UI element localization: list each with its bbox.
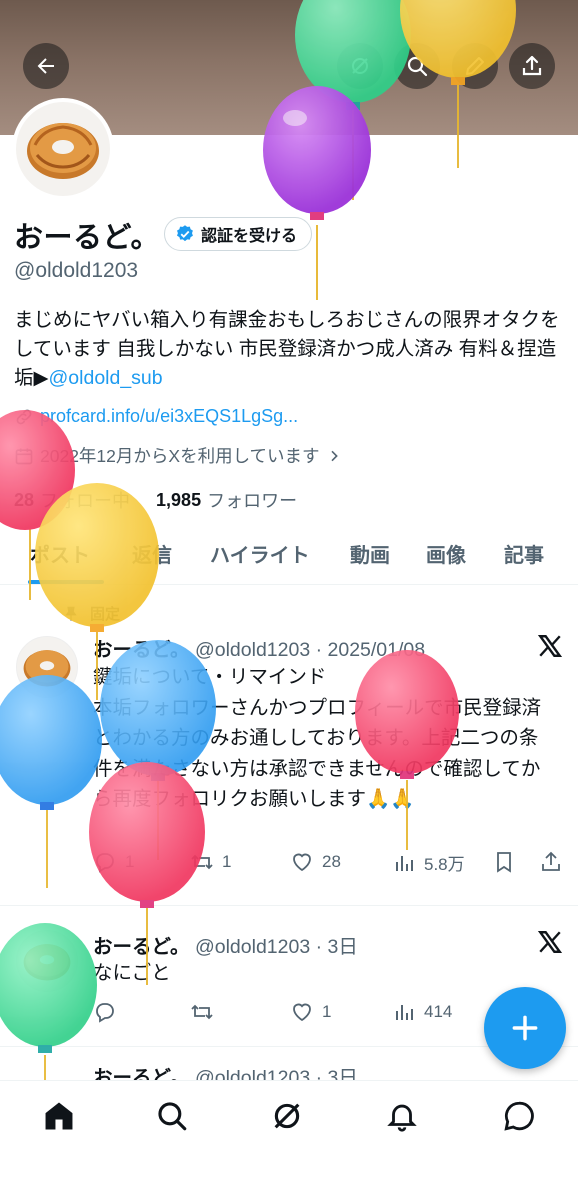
pin-icon — [65, 606, 77, 621]
like-button[interactable]: 28 — [290, 850, 341, 874]
tweet-avatar[interactable] — [16, 636, 78, 698]
tweet-header: おーるど。 @oldold1203 · 2025/01/08 — [93, 633, 425, 662]
share-tweet-button[interactable] — [539, 850, 563, 874]
tab-articles[interactable]: 記事 — [504, 539, 544, 568]
retweet-icon — [191, 1004, 213, 1020]
reply-count: 1 — [125, 852, 135, 871]
followers-count[interactable]: 1,985 — [156, 490, 201, 511]
tab-images[interactable]: 画像 — [426, 539, 466, 568]
bookmark-button[interactable] — [492, 850, 516, 874]
compose-plus-icon — [512, 1015, 538, 1041]
views-button[interactable]: 5.8万 — [392, 850, 465, 875]
retweet-button[interactable] — [190, 1000, 222, 1024]
profile-tabs: ポスト 返信 ハイライト 動画 画像 記事 — [0, 525, 578, 585]
profile-avatar[interactable] — [12, 98, 114, 200]
tweet-body: 鍵垢について・リマインド 本垢フォロワーさんかつプロフィールで市民登録済とわかる… — [93, 666, 542, 810]
reply-button[interactable]: 1 — [93, 850, 134, 874]
tweet-author-name[interactable]: おーるど。 — [93, 936, 190, 958]
grok-button[interactable] — [337, 43, 383, 89]
tweet-divider — [0, 905, 578, 906]
tab-highlights[interactable]: ハイライト — [210, 539, 310, 568]
profile-name: おーるど。 — [14, 222, 161, 254]
tab-posts[interactable]: ポスト — [30, 539, 90, 568]
edit-button[interactable] — [452, 43, 498, 89]
tweet-avatar[interactable] — [16, 930, 78, 992]
active-tab-indicator — [28, 580, 104, 584]
messages-icon[interactable] — [502, 1099, 536, 1133]
grok-icon — [352, 58, 368, 74]
retweet-icon — [191, 854, 213, 870]
reply-button[interactable] — [93, 1000, 125, 1024]
like-count: 28 — [322, 852, 341, 871]
donut-avatar-image — [27, 123, 99, 179]
link-icon — [16, 409, 32, 424]
get-verified-button[interactable]: 認証を受ける — [164, 217, 313, 251]
search-button[interactable] — [394, 43, 440, 89]
bookmark-icon — [497, 852, 511, 873]
views-count: 414 — [424, 1002, 453, 1021]
website-text: profcard.info/u/ei3xEQS1LgSg... — [40, 406, 299, 426]
profile-bio: まじめにヤバい箱入り有課金おもしろおじさんの限界オタクをしています 自我しかない… — [14, 306, 574, 393]
grok-icon[interactable] — [270, 1099, 304, 1133]
notifications-icon[interactable] — [385, 1099, 419, 1133]
pinned-text: 固定 — [90, 606, 121, 623]
profile-joined[interactable]: 2022年12月からXを利用しています — [14, 443, 342, 468]
back-button[interactable] — [23, 43, 69, 89]
following-label[interactable]: フォロー中 — [40, 487, 130, 513]
tab-replies[interactable]: 返信 — [132, 539, 172, 568]
reply-icon — [96, 853, 114, 873]
compose-button[interactable] — [484, 987, 566, 1069]
tweet-meta: @oldold1203 · 3日 — [194, 936, 358, 958]
followers-label[interactable]: フォロワー — [207, 487, 297, 513]
share-button[interactable] — [509, 43, 555, 89]
like-count: 1 — [322, 1002, 332, 1021]
like-icon — [293, 1003, 311, 1022]
views-button[interactable]: 414 — [392, 1000, 452, 1024]
follow-stats: 28 フォロー中 1,985 フォロワー — [14, 487, 297, 513]
chevron-right-icon — [330, 450, 338, 461]
tweet-header: おーるど。 @oldold1203 · 3日 — [93, 930, 358, 959]
share-icon — [522, 55, 542, 76]
edit-icon — [466, 57, 484, 75]
tweet-author-name[interactable]: おーるど。 — [93, 639, 190, 661]
calendar-icon — [15, 448, 33, 464]
search-icon[interactable] — [155, 1099, 189, 1133]
following-count[interactable]: 28 — [14, 490, 34, 511]
views-count: 5.8万 — [424, 855, 465, 874]
donut-avatar-image — [23, 944, 71, 981]
donut-avatar-image — [23, 650, 71, 687]
like-button[interactable]: 1 — [290, 1000, 331, 1024]
profile-website[interactable]: profcard.info/u/ei3xEQS1LgSg... — [14, 406, 298, 427]
reply-icon — [96, 1003, 114, 1023]
back-arrow-icon — [37, 58, 54, 74]
search-icon — [407, 56, 428, 77]
x-logo-icon — [537, 635, 563, 657]
views-icon — [396, 1005, 413, 1020]
home-icon[interactable] — [42, 1099, 76, 1133]
joined-text: 2022年12月からXを利用しています — [40, 446, 320, 466]
profile-handle: @oldold1203 — [14, 259, 139, 282]
share-icon — [542, 851, 560, 871]
get-verified-label: 認証を受ける — [201, 228, 298, 245]
x-logo-icon — [537, 931, 563, 953]
views-icon — [396, 855, 413, 871]
tweet-actions: 1 1 28 5.8万 — [93, 850, 573, 880]
retweet-count: 1 — [222, 852, 232, 871]
like-icon — [293, 853, 311, 872]
balloon-blue-left — [0, 675, 102, 888]
tab-videos[interactable]: 動画 — [350, 539, 390, 568]
retweet-button[interactable]: 1 — [190, 850, 231, 874]
pinned-label: 固定 — [62, 603, 120, 624]
tweet-meta: @oldold1203 · 2025/01/08 — [194, 639, 426, 661]
verified-badge-icon — [177, 225, 193, 242]
bottom-navigation — [0, 1080, 578, 1199]
tweet-body: なにごと — [93, 962, 171, 984]
bio-mention-link[interactable]: @oldold_sub — [49, 367, 163, 389]
